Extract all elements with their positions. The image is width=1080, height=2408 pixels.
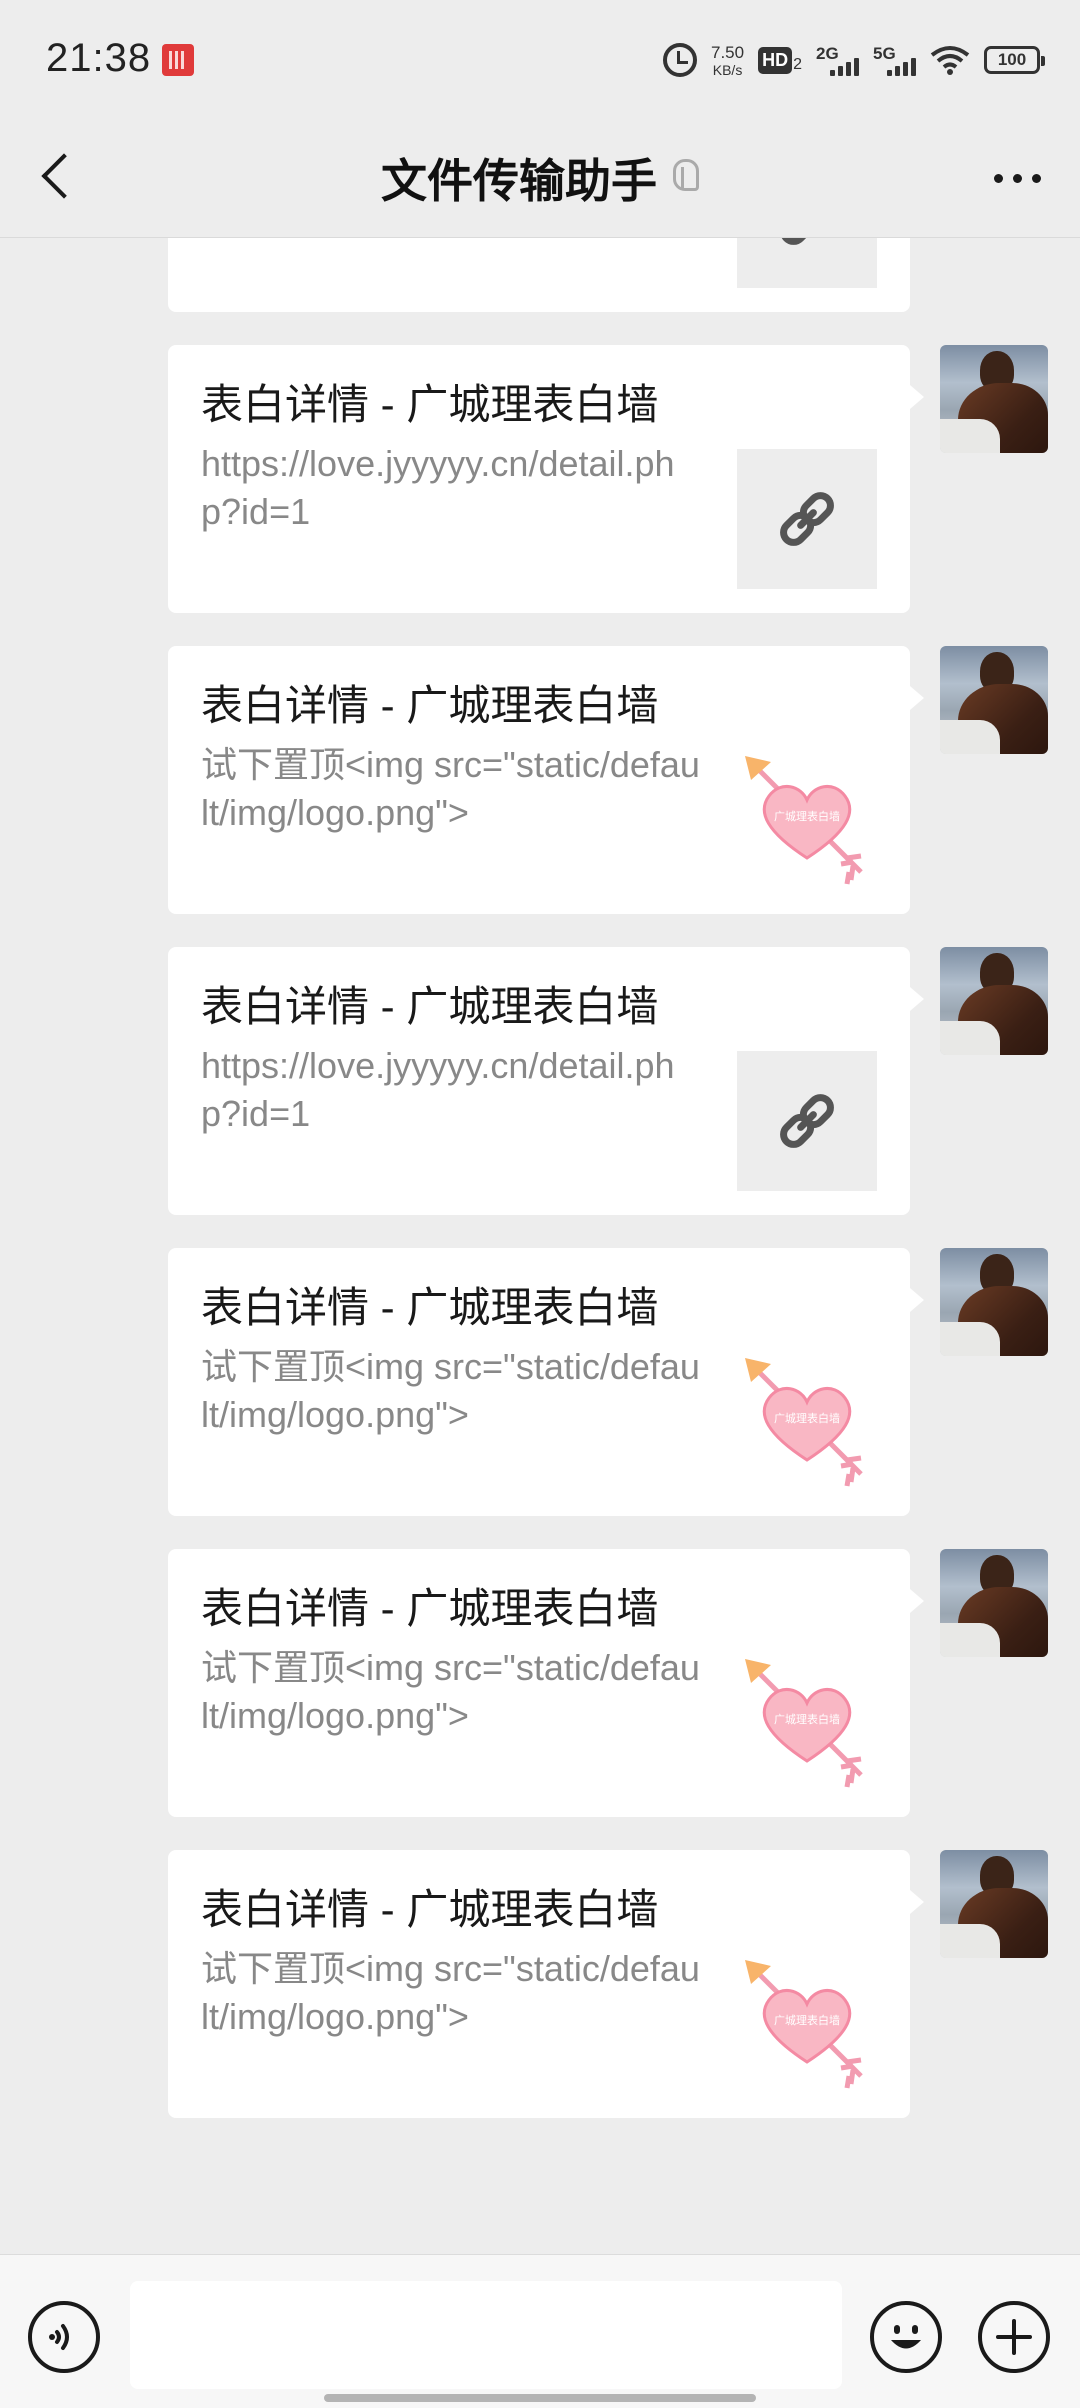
signal-icon-5g: 5G: [873, 45, 916, 76]
avatar[interactable]: [940, 1549, 1048, 1657]
message-row: 表白详情 - 广城理表白墙 https://love.jyyyyy.cn/deta…: [0, 345, 1080, 613]
card-description: 试下置顶<img src="static/default/img/logo.pn…: [201, 744, 700, 833]
more-icon[interactable]: [984, 148, 1050, 208]
link-icon: [737, 1051, 877, 1191]
avatar[interactable]: [940, 646, 1048, 754]
hd-sub: 2: [793, 55, 802, 73]
message-row: 表白详情 - 广城理表白墙 https://love.jyyyyy.cn/deta…: [0, 947, 1080, 1215]
link-card[interactable]: 表白详情 - 广城理表白墙试下置顶<img src="static/defaul…: [168, 1248, 924, 1516]
link-card[interactable]: 表白详情 - 广城理表白墙 https://love.jyyyyy.cn/deta…: [168, 345, 924, 613]
link-card[interactable]: 表白详情 - 广城理表白墙https://love.jyyyyy.cn/deta…: [168, 238, 910, 312]
card-title: 表白详情 - 广城理表白墙: [201, 1585, 659, 1632]
input-bar: [0, 2254, 1080, 2408]
status-icons: 7.50 KB/s HD 2 2G 5G 100: [663, 38, 1045, 82]
message-row: 表白详情 - 广城理表白墙试下置顶<img src="static/defaul…: [0, 1549, 1080, 1817]
avatar[interactable]: [940, 1248, 1048, 1356]
wifi-icon: [930, 45, 970, 75]
heart-logo-icon: 广城理表白墙: [737, 1352, 877, 1492]
status-time: 21:38: [46, 36, 152, 80]
link-card[interactable]: 表白详情 - 广城理表白墙试下置顶<img src="static/defaul…: [168, 646, 924, 914]
card-description: 试下置顶<img src="static/default/img/logo.pn…: [201, 1647, 700, 1736]
avatar[interactable]: [940, 947, 1048, 1055]
heart-logo-text: 广城理表白墙: [774, 809, 840, 823]
link-icon: [737, 238, 877, 288]
net-speed: 7.50 KB/s: [711, 44, 744, 77]
plus-icon[interactable]: [978, 2301, 1050, 2373]
net-speed-value: 7.50: [711, 42, 745, 62]
emoji-icon[interactable]: [870, 2301, 942, 2373]
heart-logo-icon: 广城理表白墙: [737, 750, 877, 890]
card-description: 试下置顶<img src="static/default/img/logo.pn…: [201, 1346, 700, 1435]
message-row: 表白详情 - 广城理表白墙试下置顶<img src="static/defaul…: [0, 1850, 1080, 2118]
battery-icon: 100: [984, 46, 1045, 74]
status-bar: 21:38 7.50 KB/s HD 2 2G 5G 100: [0, 0, 1080, 118]
card-title: 表白详情 - 广城理表白墙: [201, 1284, 659, 1331]
ear-icon: [673, 159, 699, 197]
message-row: 表白详情 - 广城理表白墙试下置顶<img src="static/defaul…: [0, 646, 1080, 914]
card-title: 表白详情 - 广城理表白墙: [201, 381, 659, 428]
message-row: 表白详情 - 广城理表白墙试下置顶<img src="static/defaul…: [0, 1248, 1080, 1516]
chat-title: 文件传输助手: [381, 155, 657, 207]
heart-logo-text: 广城理表白墙: [774, 1712, 840, 1726]
message-input[interactable]: [130, 2281, 842, 2389]
hd-label: HD: [758, 46, 793, 74]
hd-voice-icon: HD 2: [758, 46, 802, 74]
chat-header: 文件传输助手: [0, 118, 1080, 238]
heart-logo-icon: 广城理表白墙: [737, 1954, 877, 2094]
chat-title-wrap: 文件传输助手: [0, 118, 1080, 238]
card-title: 表白详情 - 广城理表白墙: [201, 983, 659, 1030]
card-description: https://love.jyyyyy.cn/detail.php?id=1: [201, 443, 675, 532]
link-card[interactable]: 表白详情 - 广城理表白墙 https://love.jyyyyy.cn/deta…: [168, 947, 924, 1215]
card-description: 试下置顶<img src="static/default/img/logo.pn…: [201, 1948, 700, 2037]
link-card[interactable]: 表白详情 - 广城理表白墙试下置顶<img src="static/defaul…: [168, 1549, 924, 1817]
heart-logo-icon: 广城理表白墙: [737, 1653, 877, 1793]
net-speed-unit: KB/s: [712, 61, 743, 78]
home-indicator[interactable]: [324, 2394, 756, 2402]
message-list[interactable]: 表白详情 - 广城理表白墙 https://love.jyyyyy.cn/deta…: [0, 238, 1080, 2254]
alarm-icon: [663, 43, 697, 77]
avatar[interactable]: [940, 345, 1048, 453]
signal-icon-2g: 2G: [816, 45, 859, 76]
link-icon: [737, 449, 877, 589]
chat-screen: 21:38 7.50 KB/s HD 2 2G 5G 100 文件传输助手 表白…: [0, 0, 1080, 2408]
voice-icon[interactable]: [28, 2301, 100, 2373]
app-notification-icon: [162, 44, 194, 76]
heart-logo-text: 广城理表白墙: [774, 1411, 840, 1425]
heart-logo-text: 广城理表白墙: [774, 2013, 840, 2027]
avatar[interactable]: [940, 1850, 1048, 1958]
card-title: 表白详情 - 广城理表白墙: [201, 1886, 659, 1933]
message-row: 表白详情 - 广城理表白墙https://love.jyyyyy.cn/deta…: [0, 238, 1080, 312]
card-description: https://love.jyyyyy.cn/detail.php?id=1: [201, 1045, 675, 1134]
card-title: 表白详情 - 广城理表白墙: [201, 682, 659, 729]
link-card[interactable]: 表白详情 - 广城理表白墙试下置顶<img src="static/defaul…: [168, 1850, 924, 2118]
